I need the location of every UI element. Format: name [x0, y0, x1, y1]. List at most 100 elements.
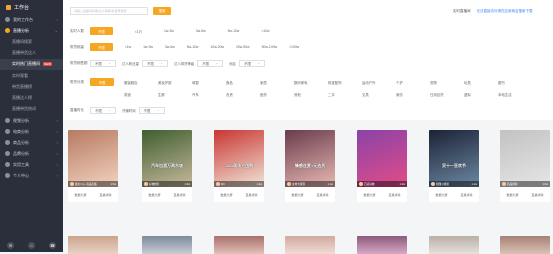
cover-image[interactable]: 1111现场大团购 MC 1.2w [214, 130, 264, 187]
data-screen-link[interactable]: 数据大屏 [74, 193, 86, 197]
live-room-card[interactable]: 图片公子·商品直播 1.5w 数据大屏 直播详情 [68, 130, 118, 202]
cover-image[interactable]: 情感连麦1元选货 女神大蓉蓉 1.1w [285, 130, 335, 187]
category-option[interactable]: 农资 [226, 90, 260, 98]
sidebar-group-tools[interactable]: 实用工具 › [0, 159, 63, 170]
filter-option[interactable]: >10w [255, 27, 275, 35]
live-room-card-partial[interactable] [429, 236, 479, 254]
live-room-card-partial[interactable] [500, 236, 550, 254]
live-room-card[interactable]: 新品团购 1.0w 数据大屏 直播详情 [500, 130, 550, 202]
live-detail-link[interactable]: 直播详情 [316, 193, 328, 197]
sidebar-item-sales-rank[interactable]: 带货直播榜 [0, 81, 63, 92]
sidebar-item-hot-live[interactable]: 实时热门直播间 NEW [0, 58, 63, 70]
cover-image[interactable]: 图片公子·商品直播 1.5w [68, 130, 118, 187]
sidebar-group-live[interactable]: 直播分析 ⌄ [0, 25, 63, 36]
sidebar-item-hot-words[interactable]: 直播带货热词 [0, 104, 63, 115]
live-room-card[interactable]: 汽车加酒万两东坡 好物推荐 1.6w 数据大屏 直播详情 [142, 130, 192, 202]
sidebar-group-brand[interactable]: 品牌分析 › [0, 148, 63, 159]
sidebar-group-goods[interactable]: 商品分析 › [0, 137, 63, 148]
category-option[interactable]: 生鲜 [158, 90, 192, 98]
live-room-card-partial[interactable] [357, 236, 407, 254]
category-option[interactable]: 珠宝配饰 [328, 78, 362, 86]
category-option[interactable]: 本地生活 [498, 90, 532, 98]
filter-option[interactable]: 不限 [90, 27, 113, 35]
category-option[interactable]: 玩具 [464, 78, 498, 86]
brand[interactable]: 工作台 [0, 0, 63, 14]
filter-option[interactable]: 3w-5w [190, 27, 212, 35]
sidebar-group-video[interactable]: 视频分析 › [0, 115, 63, 126]
category-option[interactable]: 其他 [294, 90, 328, 98]
category-option[interactable]: 家纺 [396, 90, 430, 98]
data-screen-link[interactable]: 数据大屏 [506, 193, 518, 197]
select-duration[interactable]: 不限 ⌄ [90, 106, 116, 114]
select-start-time[interactable]: 不限 ⌄ [138, 106, 165, 114]
select-revenue[interactable]: 不限 ⌄ [90, 59, 116, 67]
filter-option[interactable]: 5w-10w [222, 27, 246, 35]
live-room-card-partial[interactable] [68, 236, 118, 254]
live-detail-link[interactable]: 直播详情 [460, 193, 472, 197]
cover-image[interactable]: 双十一狂欢节 甜甜小姐姐 1.1w [429, 130, 479, 187]
live-room-card-partial[interactable] [285, 236, 335, 254]
help-link[interactable]: 无法直接访问请在应用商店搜索下载 [477, 9, 533, 14]
phone-icon[interactable]: ☎ [49, 241, 56, 249]
cover-image[interactable]: 汽车加酒万两东坡 好物推荐 1.6w [142, 130, 192, 187]
live-room-card-partial[interactable] [142, 236, 192, 254]
data-screen-link[interactable]: 数据大屏 [291, 193, 303, 197]
sidebar-group-workbench[interactable]: 我的工作台 › [0, 14, 63, 25]
filter-option[interactable]: <1万 [129, 27, 148, 35]
category-option[interactable]: 图书 [498, 78, 532, 86]
filter-option[interactable]: <1w [119, 43, 137, 51]
live-detail-link[interactable]: 直播详情 [531, 193, 543, 197]
live-detail-link[interactable]: 直播详情 [245, 193, 257, 197]
filter-option[interactable]: 3w-5w [159, 43, 181, 51]
filter-option[interactable]: 20w-50w [230, 43, 256, 51]
category-option[interactable]: 文具 [362, 90, 396, 98]
data-screen-link[interactable]: 数据大屏 [435, 193, 447, 197]
live-detail-link[interactable]: 直播详情 [99, 193, 111, 197]
category-option[interactable]: 食品 [226, 78, 260, 86]
category-option[interactable]: 茶酒 [124, 90, 158, 98]
live-room-card[interactable]: 1111现场大团购 MC 1.2w 数据大屏 直播详情 [214, 130, 264, 202]
filter-option[interactable]: 1w-3w [137, 43, 159, 51]
sidebar-item-live-search[interactable]: 直播间搜索 [0, 36, 63, 47]
live-room-card[interactable]: 双十一狂欢节 甜甜小姐姐 1.1w 数据大屏 直播详情 [429, 130, 479, 202]
category-option[interactable]: 数码家电 [294, 78, 328, 86]
category-option[interactable]: 家居 [260, 78, 294, 86]
category-option[interactable]: 母婴 [192, 78, 226, 86]
category-option[interactable]: 医药 [260, 90, 294, 98]
data-screen-link[interactable]: 数据大屏 [363, 193, 375, 197]
data-screen-link[interactable]: 数据大屏 [148, 193, 160, 197]
live-room-card-partial[interactable] [214, 236, 264, 254]
category-option[interactable]: 二手 [328, 90, 362, 98]
sidebar-item-talent-rank[interactable]: 直播达人榜 [0, 92, 63, 103]
sidebar-item-live-talent[interactable]: 直播带货达人 [0, 47, 63, 58]
category-option[interactable]: 日用百货 [430, 90, 464, 98]
search-button[interactable]: 搜索 [153, 7, 171, 15]
category-option[interactable]: 不限 [90, 78, 114, 86]
chat-icon[interactable]: ✉ [7, 241, 14, 249]
live-detail-link[interactable]: 直播详情 [388, 193, 400, 197]
sidebar-group-ecom[interactable]: 电商分析 › [0, 126, 63, 137]
search-input[interactable]: 请输入直播间标题/达人昵称/抖音号搜索 [70, 7, 148, 15]
data-screen-link[interactable]: 数据大屏 [220, 193, 232, 197]
filter-option[interactable]: 50w-100w [256, 43, 283, 51]
filter-option[interactable]: 10w-20w [204, 43, 230, 51]
sidebar-group-profile[interactable]: 个人中心 › [0, 170, 63, 181]
live-room-card[interactable]: 情感连麦1元选货 女神大蓉蓉 1.1w 数据大屏 直播详情 [285, 130, 335, 202]
sidebar-item-realtime[interactable]: 实时观看 [0, 70, 63, 81]
category-option[interactable]: 虚拟 [464, 90, 498, 98]
select-level[interactable]: 不限 ⌄ [197, 59, 224, 67]
category-option[interactable]: 汽车 [192, 90, 226, 98]
select-region[interactable]: 不限 ⌄ [239, 59, 266, 67]
category-option[interactable]: 宠物 [430, 78, 464, 86]
home-icon[interactable]: ⌂ [28, 241, 35, 249]
filter-option[interactable]: 不限 [90, 43, 113, 51]
filter-option[interactable]: 1w-3w [158, 27, 180, 35]
cover-image[interactable]: 百货好物 1.3w [357, 130, 407, 187]
category-option[interactable]: 美妆护肤 [158, 78, 192, 86]
cover-image[interactable]: 新品团购 1.0w [500, 130, 550, 187]
live-room-card[interactable]: 百货好物 1.3w 数据大屏 直播详情 [357, 130, 407, 202]
category-option[interactable]: 个护 [396, 78, 430, 86]
filter-option[interactable]: 5w-10w [181, 43, 205, 51]
filter-option[interactable]: >100w [283, 43, 305, 51]
select-fans[interactable]: 不限 ⌄ [141, 59, 168, 67]
